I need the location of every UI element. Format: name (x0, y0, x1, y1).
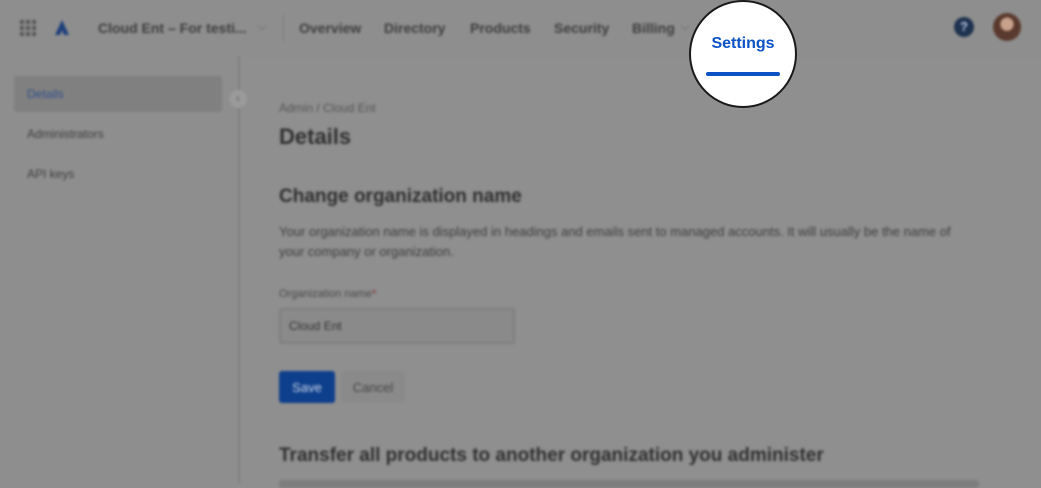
breadcrumb[interactable]: Admin / Cloud Ent (279, 101, 376, 115)
organization-name-field[interactable] (279, 308, 515, 344)
active-tab-indicator (706, 72, 780, 76)
nav-settings[interactable]: Settings (691, 35, 795, 53)
sidebar-item-label: Details (27, 87, 64, 101)
help-icon[interactable]: ? (954, 17, 974, 37)
organization-name-label: Organization name* (279, 288, 376, 300)
top-navigation-bar: Cloud Ent – For testi... ⌵ Overview Dire… (0, 0, 1041, 56)
nav-products[interactable]: Products (470, 20, 531, 36)
section-heading-change-name: Change organization name (279, 186, 522, 207)
nav-billing[interactable]: Billing (632, 20, 675, 36)
sidebar-item-api-keys[interactable]: API keys (14, 156, 222, 192)
avatar[interactable] (993, 13, 1021, 41)
nav-directory[interactable]: Directory (384, 20, 445, 36)
nav-security[interactable]: Security (554, 20, 609, 36)
cancel-button[interactable]: Cancel (341, 371, 405, 403)
sidebar: Details Administrators API keys (0, 56, 240, 484)
field-label-text: Organization name (279, 288, 372, 300)
org-switcher[interactable]: Cloud Ent – For testi... (98, 20, 247, 36)
sidebar-item-administrators[interactable]: Administrators (14, 116, 222, 152)
section-heading-transfer: Transfer all products to another organiz… (279, 445, 824, 466)
chevron-down-icon[interactable]: ⌵ (681, 21, 689, 34)
main-content: Admin / Cloud Ent Details Change organiz… (279, 56, 1019, 488)
app-shell: Cloud Ent – For testi... ⌵ Overview Dire… (0, 0, 1041, 488)
sidebar-item-label: Administrators (27, 127, 104, 141)
app-grid-icon[interactable] (20, 20, 36, 36)
sidebar-item-label: API keys (27, 167, 75, 181)
collapse-chevron-icon[interactable]: ‹ (229, 90, 247, 108)
settings-highlight-callout: Settings (689, 0, 797, 108)
page-title: Details (279, 124, 352, 149)
chevron-down-icon[interactable]: ⌵ (258, 21, 266, 34)
sidebar-item-details[interactable]: Details (14, 76, 222, 112)
atlassian-logo-icon[interactable] (53, 19, 71, 37)
nav-overview[interactable]: Overview (299, 20, 361, 36)
nav-divider (283, 14, 284, 42)
section-description: Your organization name is displayed in h… (279, 224, 951, 259)
save-button[interactable]: Save (279, 371, 335, 403)
section-description-partial (279, 480, 979, 488)
required-marker: * (371, 288, 377, 300)
